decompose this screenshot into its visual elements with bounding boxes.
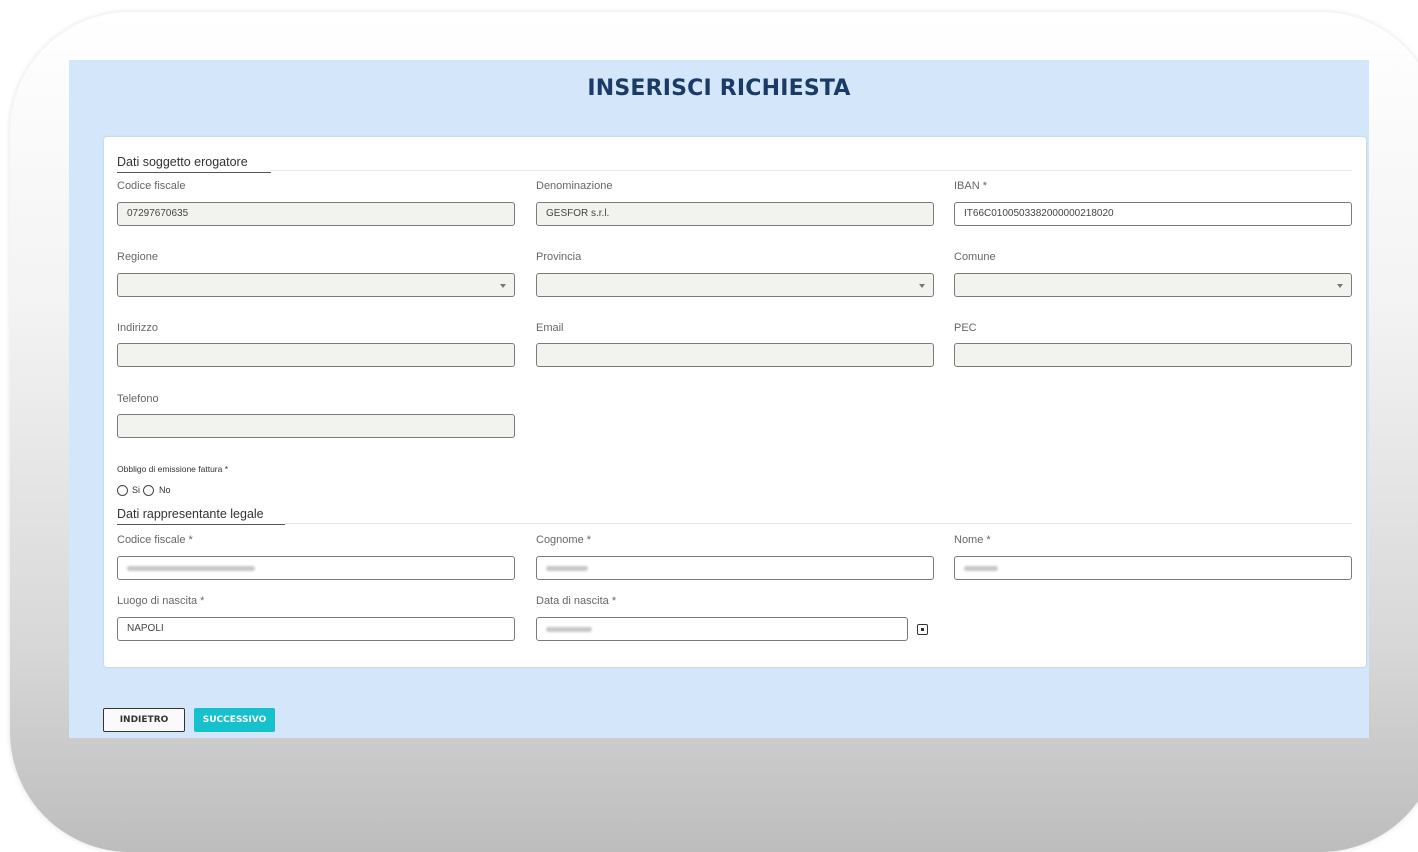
rl-codice-fiscale-field[interactable]: [117, 556, 515, 580]
calendar-icon[interactable]: [917, 624, 928, 635]
nome-label: Nome *: [954, 534, 991, 546]
redacted-value: [546, 566, 588, 571]
app-container: INSERISCI RICHIESTA Dati soggetto erogat…: [69, 60, 1369, 738]
nome-field[interactable]: [954, 556, 1352, 580]
form-card: Dati soggetto erogatore Codice fiscale D…: [104, 137, 1366, 667]
iban-label: IBAN *: [954, 180, 988, 192]
chevron-down-icon: [1337, 284, 1343, 288]
page-title: INSERISCI RICHIESTA: [587, 76, 851, 101]
comune-select[interactable]: [954, 273, 1352, 297]
indirizzo-label: Indirizzo: [117, 322, 158, 334]
back-button[interactable]: INDIETRO: [103, 708, 185, 732]
fattura-radio-si[interactable]: [117, 485, 128, 496]
codice-fiscale-label: Codice fiscale: [117, 180, 186, 192]
redacted-value: [127, 566, 255, 571]
section-underline: [117, 524, 285, 525]
regione-select[interactable]: [117, 273, 515, 297]
iban-field[interactable]: IT66C0100503382000000218020: [954, 202, 1352, 226]
rl-codice-fiscale-label: Codice fiscale *: [117, 534, 193, 546]
cognome-label: Cognome *: [536, 534, 592, 546]
fattura-radio-no-label: No: [159, 485, 171, 495]
luogo-nascita-label: Luogo di nascita *: [117, 595, 205, 607]
denominazione-label: Denominazione: [536, 180, 613, 192]
luogo-nascita-field[interactable]: NAPOLI: [117, 617, 515, 641]
redacted-value: [964, 566, 998, 571]
email-label: Email: [536, 322, 564, 334]
chevron-down-icon: [919, 284, 925, 288]
fattura-radio-si-label: Si: [132, 485, 141, 495]
indirizzo-field[interactable]: [117, 343, 515, 367]
denominazione-field: GESFOR s.r.l.: [536, 202, 934, 226]
section-title-rappresentante: Dati rappresentante legale: [117, 507, 285, 525]
pec-label: PEC: [954, 322, 977, 334]
cognome-field[interactable]: [536, 556, 934, 580]
redacted-value: [546, 627, 592, 632]
section-divider: [271, 170, 1352, 171]
section-title-label: Dati soggetto erogatore: [117, 155, 248, 169]
next-button[interactable]: SUCCESSIVO: [194, 708, 275, 732]
provincia-select[interactable]: [536, 273, 934, 297]
pec-field[interactable]: [954, 343, 1352, 367]
telefono-label: Telefono: [117, 393, 159, 405]
codice-fiscale-field: 07297670635: [117, 202, 515, 226]
email-field[interactable]: [536, 343, 934, 367]
telefono-field[interactable]: [117, 414, 515, 438]
chevron-down-icon: [500, 284, 506, 288]
fattura-label: Obbligo di emissione fattura *: [117, 464, 229, 474]
section-divider: [285, 523, 1352, 524]
section-underline: [117, 172, 271, 173]
regione-label: Regione: [117, 251, 158, 263]
comune-label: Comune: [954, 251, 996, 263]
data-nascita-field[interactable]: [536, 617, 908, 641]
section-title-label: Dati rappresentante legale: [117, 507, 264, 521]
provincia-label: Provincia: [536, 251, 582, 263]
data-nascita-label: Data di nascita *: [536, 595, 617, 607]
section-title-erogatore: Dati soggetto erogatore: [117, 155, 271, 173]
fattura-radio-no[interactable]: [143, 485, 154, 496]
